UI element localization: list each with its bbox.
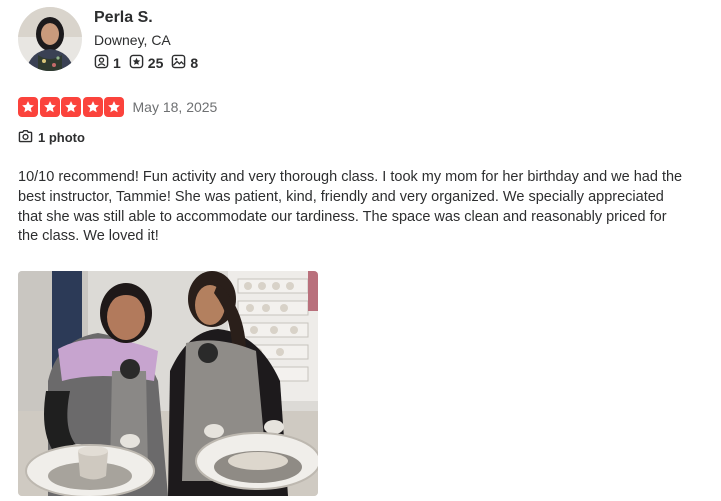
star-icon <box>18 97 38 117</box>
user-info: Perla S. Downey, CA 1 25 8 <box>94 7 206 72</box>
star-icon <box>39 97 60 117</box>
photo-icon <box>171 54 190 72</box>
friends-icon <box>94 54 113 72</box>
photo-count-label: 1 photo <box>38 130 85 145</box>
avatar[interactable] <box>18 7 82 71</box>
star-icon <box>61 97 81 117</box>
star-rating <box>18 97 126 117</box>
user-header: Perla S. Downey, CA 1 25 8 <box>18 7 206 72</box>
stat-photos: 8 <box>171 54 198 72</box>
reviews-count: 25 <box>147 55 164 71</box>
stat-friends: 1 <box>94 54 121 72</box>
photos-count: 8 <box>190 55 199 71</box>
stat-reviews: 25 <box>129 54 164 72</box>
user-name[interactable]: Perla S. <box>94 8 206 28</box>
star-icon <box>82 97 103 117</box>
rating-row: May 18, 2025 <box>18 97 217 117</box>
photo-count-link[interactable]: 1 photo <box>18 129 85 146</box>
user-stats: 1 25 8 <box>94 54 206 72</box>
review-date: May 18, 2025 <box>132 99 218 115</box>
friends-count: 1 <box>113 55 121 71</box>
user-location: Downey, CA <box>94 32 171 48</box>
camera-icon <box>18 129 38 146</box>
star-icon <box>104 97 124 117</box>
review-star-icon <box>129 54 148 72</box>
review-photo[interactable] <box>18 271 318 496</box>
review-card: Perla S. Downey, CA 1 25 8 May 18, 2025 … <box>0 0 721 501</box>
review-text: 10/10 recommend! Fun activity and very t… <box>18 169 683 245</box>
